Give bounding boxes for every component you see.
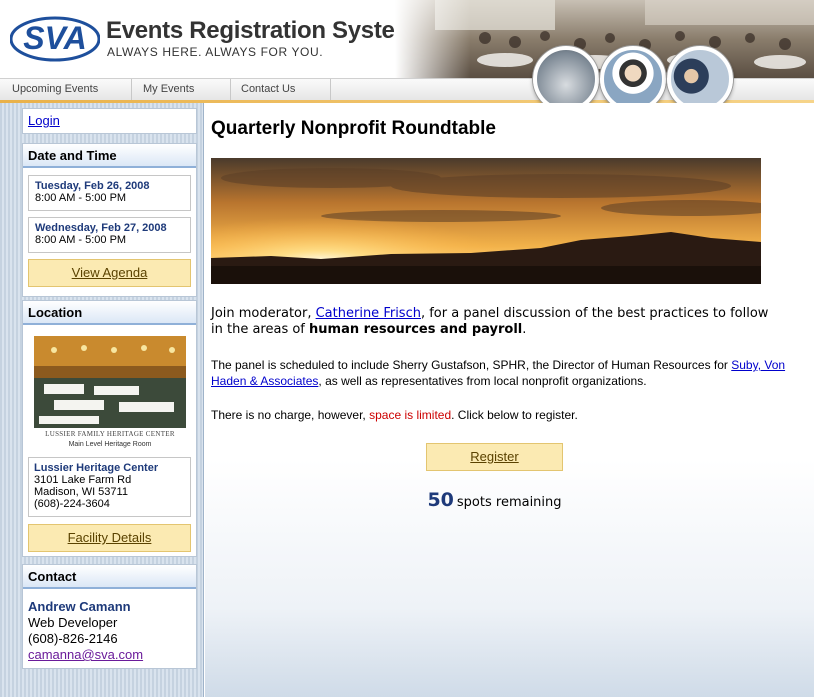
contact-heading: Contact — [23, 565, 196, 589]
intro-paragraph: Join moderator, Catherine Frisch, for a … — [211, 306, 781, 338]
date-day: Wednesday, Feb 27, 2008 — [35, 222, 167, 234]
address-city: Madison, WI 53711 — [34, 486, 128, 498]
date-time-heading: Date and Time — [23, 144, 196, 168]
address-street: 3101 Lake Farm Rd — [34, 474, 132, 486]
app-title: Events Registration System — [106, 17, 416, 44]
date-entry: Tuesday, Feb 26, 2008 8:00 AM - 5:00 PM — [28, 175, 191, 211]
contact-phone: (608)-826-2146 — [28, 631, 118, 646]
date-day: Tuesday, Feb 26, 2008 — [35, 180, 150, 192]
date-time-panel: Date and Time Tuesday, Feb 26, 2008 8:00… — [22, 143, 197, 297]
login-link[interactable]: Login — [28, 113, 60, 128]
venue-photo: LUSSIER FAMILY HERITAGE CENTER Main Leve… — [34, 336, 186, 449]
location-heading: Location — [23, 301, 196, 325]
date-entry: Wednesday, Feb 27, 2008 8:00 AM - 5:00 P… — [28, 217, 191, 253]
nav-tab-my-events[interactable]: My Events — [132, 79, 231, 100]
view-agenda-button[interactable]: View Agenda — [28, 259, 191, 287]
contact-name: Andrew Camann — [28, 599, 131, 614]
venue-photo-caption: LUSSIER FAMILY HERITAGE CENTER — [45, 430, 175, 438]
svg-text:SVA: SVA — [23, 20, 86, 56]
login-box: Login — [22, 108, 197, 134]
spots-count: 50 — [427, 489, 454, 511]
spots-label: spots remaining — [456, 495, 562, 510]
intro-emphasis: human resources and payroll — [309, 322, 523, 337]
venue-phone: (608)-224-3604 — [34, 498, 110, 510]
app-tagline: ALWAYS HERE. ALWAYS FOR YOU. — [107, 45, 324, 59]
nav-tab-contact-us[interactable]: Contact Us — [231, 79, 331, 100]
date-time-range: 8:00 AM - 5:00 PM — [35, 192, 127, 204]
venue-photo-subcaption: Main Level Heritage Room — [68, 441, 152, 448]
charge-text: . Click below to register. — [451, 408, 578, 422]
spots-remaining: 50 spots remaining — [205, 489, 784, 511]
main-content: Quarterly Nonprofit Roundtable Join mode… — [205, 103, 814, 697]
location-panel: Location LUSSIER FAMILY HERITAGE CENTER … — [22, 300, 197, 557]
panel-text: , as well as representatives from local … — [318, 374, 647, 388]
page-title: Quarterly Nonprofit Roundtable — [211, 118, 496, 139]
contact-job-title: Web Developer — [28, 615, 118, 630]
panel-paragraph: The panel is scheduled to include Sherry… — [211, 357, 801, 389]
intro-text: . — [522, 322, 527, 337]
space-limited-text: space is limited — [369, 408, 452, 422]
panel-text: The panel is scheduled to include Sherry… — [211, 358, 732, 372]
sva-logo[interactable]: SVA — [10, 14, 100, 64]
sidebar: Login Date and Time Tuesday, Feb 26, 200… — [0, 103, 204, 697]
sunset-hero-image — [211, 158, 761, 284]
address-card: Lussier Heritage Center 3101 Lake Farm R… — [28, 457, 191, 517]
contact-panel: Contact Andrew Camann Web Developer (608… — [22, 564, 197, 669]
contact-email-link[interactable]: camanna@sva.com — [28, 647, 143, 662]
register-button[interactable]: Register — [426, 443, 563, 471]
nav-tab-upcoming-events[interactable]: Upcoming Events — [0, 79, 132, 100]
facility-details-button[interactable]: Facility Details — [28, 524, 191, 552]
moderator-link[interactable]: Catherine Frisch — [316, 306, 421, 321]
charge-text: There is no charge, however, — [211, 408, 370, 422]
venue-photo-image — [34, 336, 186, 428]
venue-name: Lussier Heritage Center — [34, 462, 159, 474]
charge-paragraph: There is no charge, however, space is li… — [211, 408, 801, 422]
date-time-range: 8:00 AM - 5:00 PM — [35, 234, 127, 246]
intro-text: Join moderator, — [211, 306, 316, 321]
